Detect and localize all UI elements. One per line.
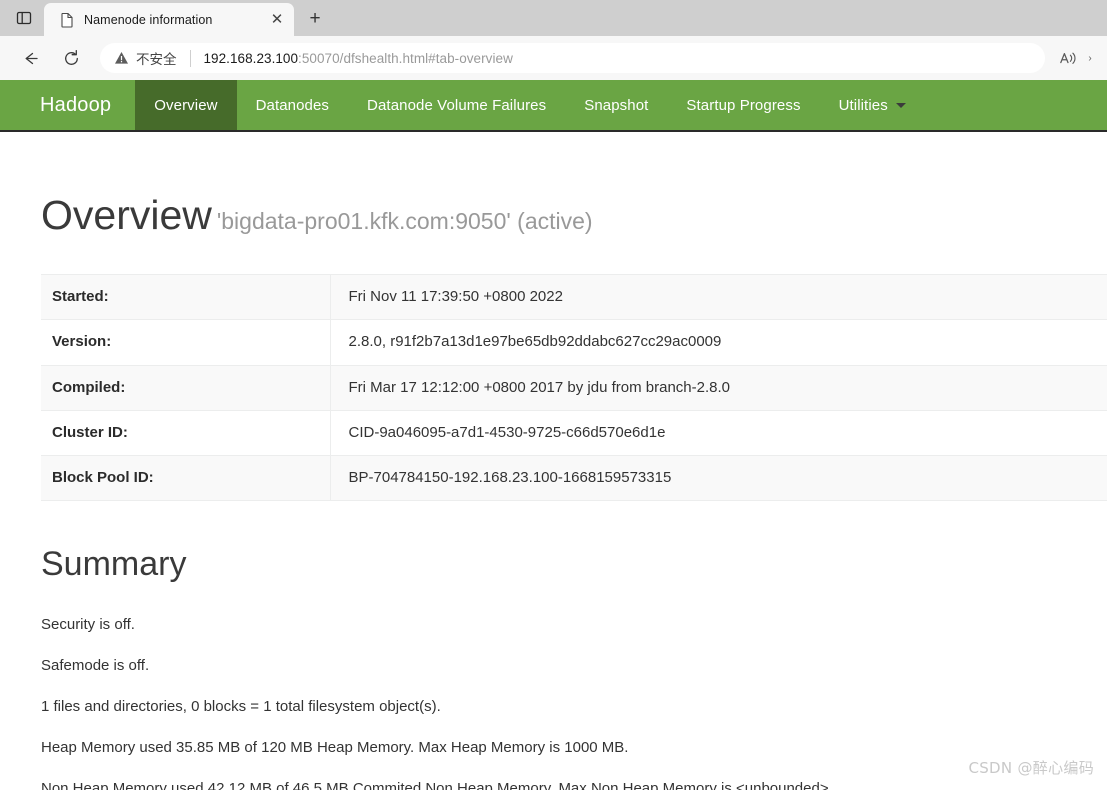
- url-path: :50070/dfshealth.html#tab-overview: [298, 50, 513, 66]
- brand-hadoop[interactable]: Hadoop: [0, 80, 135, 130]
- table-cell-value: BP-704784150-192.168.23.100-166815957331…: [348, 469, 672, 486]
- table-cell-value: CID-9a046095-a7d1-4530-9725-c66d570e6d1e: [348, 423, 666, 441]
- nav-item-overview-label: Overview: [154, 96, 218, 114]
- nav-item-overview[interactable]: Overview: [135, 80, 237, 130]
- page-viewport: Hadoop Overview Datanodes Datanode Volum…: [0, 80, 1107, 790]
- nav-item-utilities[interactable]: Utilities: [820, 80, 925, 130]
- namenode-info-table: Started: Fri Nov 11 17:39:50 +0800 2022 …: [41, 274, 1107, 501]
- page-title: Overview'bigdata-pro01.kfk.com:9050' (ac…: [41, 132, 1107, 236]
- table-cell-value: Fri Mar 17 12:12:00 +0800 2017 by jdu fr…: [348, 378, 730, 396]
- nav-item-datanode-volume-failures[interactable]: Datanode Volume Failures: [348, 80, 565, 130]
- document-icon: [58, 11, 75, 28]
- nav-item-snapshot-label: Snapshot: [584, 96, 649, 114]
- table-cell-key: Started:: [41, 274, 331, 320]
- summary-line-filesystem-objects: 1 files and directories, 0 blocks = 1 to…: [41, 698, 441, 716]
- browser-tab[interactable]: Namenode information ✕: [44, 3, 294, 36]
- table-row: Started: Fri Nov 11 17:39:50 +0800 2022: [41, 274, 1107, 320]
- table-cell-value: Fri Nov 11 17:39:50 +0800 2022: [348, 288, 563, 305]
- namenode-info-body: Started: Fri Nov 11 17:39:50 +0800 2022 …: [41, 274, 1107, 501]
- reload-glyph: [64, 49, 78, 65]
- nav-item-startup-progress-label: Startup Progress: [686, 96, 801, 114]
- table-row: Block Pool ID: BP-704784150-192.168.23.1…: [41, 455, 1107, 501]
- summary-line-non-heap-memory: Non Heap Memory used 42.12 MB of 46.5 MB…: [41, 780, 833, 790]
- chevron-down-icon: [895, 102, 906, 108]
- nav-item-utilities-label: Utilities: [838, 96, 888, 114]
- summary-line-security: Security is off.: [41, 616, 135, 634]
- page-title-subtitle: 'bigdata-pro01.kfk.com:9050' (active): [216, 208, 593, 234]
- back-arrow-icon[interactable]: [14, 42, 46, 74]
- url-host: 192.168.23.100: [203, 50, 299, 66]
- browser-toolbar: 不安全 192.168.23.100:50070/dfshealth.html#…: [0, 36, 1107, 80]
- read-aloud-icon[interactable]: [1053, 43, 1083, 73]
- new-tab-button[interactable]: +: [300, 4, 330, 34]
- chevron-right-icon[interactable]: ›: [1083, 43, 1097, 73]
- reload-icon[interactable]: [55, 42, 87, 74]
- nav-item-datanode-volume-failures-label: Datanode Volume Failures: [367, 96, 547, 114]
- table-row: Version: 2.8.0, r91f2b7a13d1e97be65db92d…: [41, 319, 1107, 365]
- page-title-text: Overview: [41, 192, 212, 238]
- read-aloud-glyph: [1059, 52, 1076, 64]
- warning-triangle-icon: [114, 51, 129, 65]
- browser-window: Namenode information ✕ + 不安全 192.168.23.…: [0, 0, 1107, 790]
- watermark: CSDN @醉心编码: [968, 759, 1094, 777]
- back-arrow-glyph: [25, 52, 38, 64]
- warning-triangle-glyph: [115, 52, 128, 64]
- nav-item-datanodes-label: Datanodes: [255, 96, 330, 114]
- table-cell-key: Block Pool ID:: [41, 455, 331, 501]
- document-glyph: [60, 12, 73, 28]
- nav-items: Overview Datanodes Datanode Volume Failu…: [135, 80, 925, 130]
- summary-heading: Summary: [41, 545, 187, 584]
- tab-list-icon[interactable]: [4, 3, 44, 33]
- table-cell-value: 2.8.0, r91f2b7a13d1e97be65db92ddabc627cc…: [348, 333, 722, 351]
- nav-item-startup-progress[interactable]: Startup Progress: [667, 80, 819, 130]
- table-row: Compiled: Fri Mar 17 12:12:00 +0800 2017…: [41, 365, 1107, 411]
- tab-list-glyph: [16, 11, 32, 25]
- close-icon[interactable]: ✕: [266, 9, 288, 31]
- nav-item-datanodes[interactable]: Datanodes: [237, 80, 348, 130]
- url-text: 192.168.23.100:50070/dfshealth.html#tab-…: [204, 51, 513, 66]
- table-cell-key: Version:: [41, 319, 331, 365]
- nav-item-snapshot[interactable]: Snapshot: [565, 80, 667, 130]
- summary-line-safemode: Safemode is off.: [41, 657, 150, 675]
- hadoop-navbar: Hadoop Overview Datanodes Datanode Volum…: [0, 80, 1107, 132]
- omnibox-divider: [189, 49, 191, 67]
- security-status-label: 不安全: [136, 52, 177, 68]
- tab-title: Namenode information: [84, 12, 213, 27]
- tab-strip: Namenode information ✕ +: [0, 0, 1107, 36]
- page-content: Overview'bigdata-pro01.kfk.com:9050' (ac…: [0, 132, 1107, 790]
- address-bar[interactable]: 不安全 192.168.23.100:50070/dfshealth.html#…: [100, 43, 1045, 73]
- table-cell-key: Compiled:: [41, 365, 331, 411]
- table-row: Cluster ID: CID-9a046095-a7d1-4530-9725-…: [41, 410, 1107, 456]
- summary-line-heap-memory: Heap Memory used 35.85 MB of 120 MB Heap…: [41, 739, 629, 757]
- table-cell-key: Cluster ID:: [41, 410, 331, 456]
